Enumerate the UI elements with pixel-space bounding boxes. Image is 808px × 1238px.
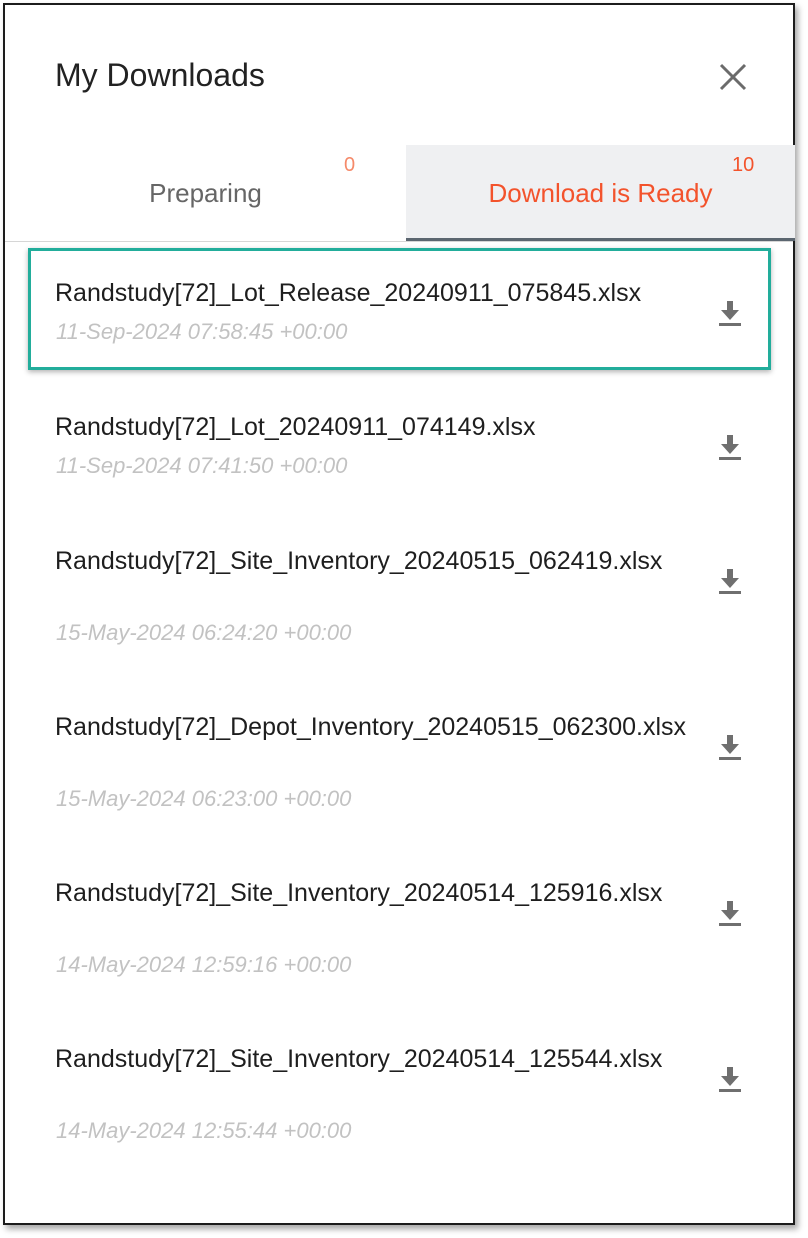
file-timestamp: 15-May-2024 06:23:00 +00:00 bbox=[56, 786, 352, 811]
tab-preparing-count: 0 bbox=[344, 154, 356, 176]
close-button[interactable] bbox=[713, 57, 753, 97]
download-button[interactable] bbox=[717, 297, 743, 329]
file-timestamp: 11-Sep-2024 07:58:45 +00:00 bbox=[56, 319, 348, 344]
file-name: Randstudy[72]_Lot_Release_20240911_07584… bbox=[55, 279, 642, 307]
tab-preparing[interactable]: 0 Preparing bbox=[5, 145, 406, 241]
panel-title: My Downloads bbox=[55, 57, 265, 93]
file-name: Randstudy[72]_Depot_Inventory_20240515_0… bbox=[55, 713, 687, 741]
download-button[interactable] bbox=[717, 897, 743, 929]
download-button[interactable] bbox=[717, 1063, 743, 1095]
file-name: Randstudy[72]_Lot_20240911_074149.xlsx bbox=[55, 413, 536, 441]
download-icon bbox=[719, 1067, 741, 1092]
file-timestamp: 14-May-2024 12:59:16 +00:00 bbox=[56, 952, 352, 977]
tab-ready-label: Download is Ready bbox=[488, 178, 713, 208]
file-timestamp: 15-May-2024 06:24:20 +00:00 bbox=[56, 620, 352, 645]
list-item[interactable]: Randstudy[72]_Site_Inventory_20240514_12… bbox=[5, 1011, 793, 1175]
download-button[interactable] bbox=[717, 565, 743, 597]
file-name: Randstudy[72]_Site_Inventory_20240515_06… bbox=[55, 547, 663, 575]
list-item[interactable]: Randstudy[72]_Site_Inventory_20240515_06… bbox=[5, 513, 793, 677]
tab-ready-count: 10 bbox=[732, 154, 755, 176]
downloads-panel: My Downloads 0 Preparing 10 Download is … bbox=[3, 3, 795, 1225]
list-item[interactable]: Randstudy[72]_Lot_20240911_074149.xlsx 1… bbox=[5, 379, 793, 509]
download-icon bbox=[719, 735, 741, 760]
list-item[interactable]: Randstudy[72]_Site_Inventory_20240514_12… bbox=[5, 845, 793, 1009]
download-icon bbox=[719, 569, 741, 594]
file-timestamp: 14-May-2024 12:55:44 +00:00 bbox=[56, 1118, 352, 1143]
tab-download-ready[interactable]: 10 Download is Ready bbox=[406, 145, 795, 241]
panel-header: My Downloads bbox=[5, 5, 793, 145]
file-name: Randstudy[72]_Site_Inventory_20240514_12… bbox=[55, 1045, 663, 1073]
file-name: Randstudy[72]_Site_Inventory_20240514_12… bbox=[55, 879, 663, 907]
download-icon bbox=[719, 901, 741, 926]
close-icon bbox=[719, 63, 747, 91]
tab-preparing-label: Preparing bbox=[149, 178, 262, 208]
download-button[interactable] bbox=[717, 431, 743, 463]
download-button[interactable] bbox=[717, 731, 743, 763]
download-icon bbox=[719, 301, 741, 326]
tabs-divider bbox=[5, 241, 793, 242]
download-icon bbox=[719, 435, 741, 460]
list-item[interactable]: Randstudy[72]_Depot_Inventory_20240515_0… bbox=[5, 679, 793, 843]
file-timestamp: 11-Sep-2024 07:41:50 +00:00 bbox=[56, 453, 348, 478]
list-item[interactable]: Randstudy[72]_Lot_Release_20240911_07584… bbox=[5, 245, 793, 375]
